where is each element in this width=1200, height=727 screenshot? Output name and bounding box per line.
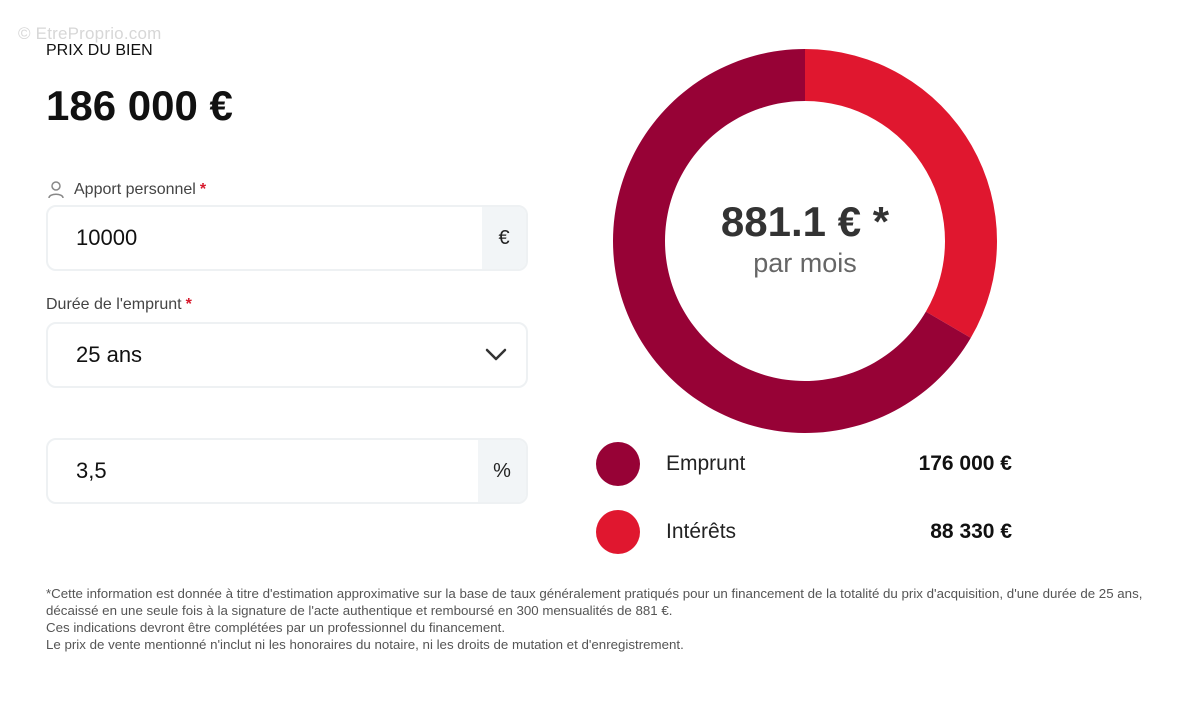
- legend-dot-interets: [596, 510, 640, 554]
- legend-name: Intérêts: [666, 520, 737, 543]
- chevron-down-icon[interactable]: [466, 324, 526, 386]
- duree-value[interactable]: 25 ans: [48, 324, 466, 386]
- legend-item-emprunt: Emprunt 176 000 €: [596, 442, 1016, 486]
- disclaimer-line: Ces indications devront être complétées …: [46, 620, 506, 635]
- disclaimer-line: *Cette information est donnée à titre d'…: [46, 586, 1143, 618]
- user-icon: [46, 180, 66, 200]
- taux-percent-suffix: %: [478, 440, 526, 502]
- required-mark: *: [185, 296, 192, 313]
- duree-select[interactable]: 25 ans: [46, 322, 528, 388]
- donut-center: 881.1 € * par mois: [612, 48, 998, 434]
- apport-value[interactable]: 10000: [48, 207, 482, 269]
- legend-name: Emprunt: [666, 452, 746, 475]
- price-value: 186 000 €: [46, 82, 233, 129]
- legend-value: 176 000 €: [918, 452, 1012, 475]
- taux-value[interactable]: 3,5: [48, 440, 478, 502]
- monthly-amount: 881.1 € *: [720, 197, 890, 245]
- apport-label-text: Apport personnel: [74, 181, 196, 198]
- disclaimer-line: Le prix de vente mentionné n'inclut ni l…: [46, 637, 684, 652]
- monthly-unit: par mois: [753, 247, 857, 278]
- legend-value: 88 330 €: [930, 520, 1012, 543]
- price-label: PRIX DU BIEN: [46, 42, 153, 59]
- duree-label: Durée de l'emprunt *: [46, 296, 192, 314]
- apport-input[interactable]: 10000 €: [46, 205, 528, 271]
- legend-dot-emprunt: [596, 442, 640, 486]
- watermark: © EtreProprio.com: [18, 24, 162, 43]
- taux-input[interactable]: 3,5 %: [46, 438, 528, 504]
- apport-label: Apport personnel *: [46, 180, 206, 200]
- duree-label-text: Durée de l'emprunt: [46, 296, 182, 313]
- apport-currency-suffix: €: [482, 207, 526, 269]
- legend-item-interets: Intérêts 88 330 €: [596, 510, 1016, 554]
- required-mark: *: [199, 181, 207, 198]
- disclaimer: *Cette information est donnée à titre d'…: [46, 585, 1156, 653]
